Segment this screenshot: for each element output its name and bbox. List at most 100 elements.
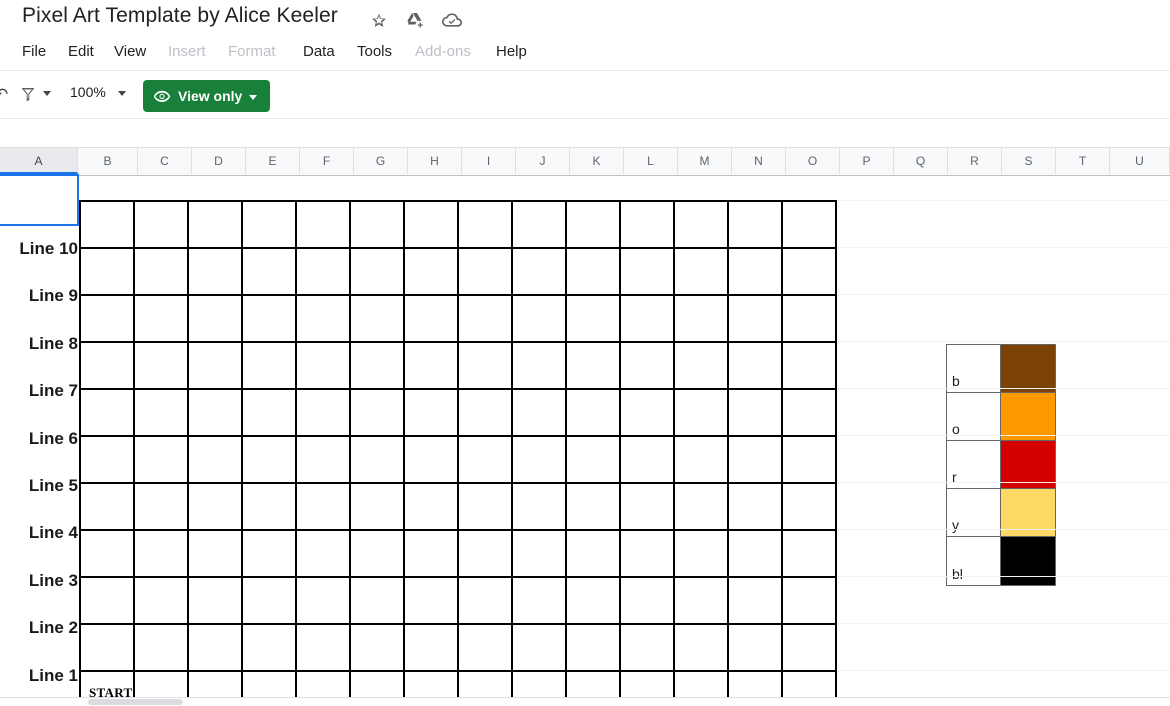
grid-cell[interactable]	[621, 484, 675, 531]
column-header-e[interactable]: E	[246, 148, 300, 174]
grid-cell[interactable]	[783, 343, 837, 390]
grid-cell[interactable]	[621, 249, 675, 296]
grid-cell[interactable]	[81, 484, 135, 531]
grid-cell[interactable]	[459, 249, 513, 296]
legend-color-swatch[interactable]	[1001, 345, 1055, 393]
grid-cell[interactable]	[567, 625, 621, 672]
grid-cell[interactable]	[729, 202, 783, 249]
grid-cell[interactable]	[351, 531, 405, 578]
grid-cell[interactable]	[675, 484, 729, 531]
grid-cell[interactable]	[513, 531, 567, 578]
grid-cell[interactable]	[81, 202, 135, 249]
grid-cell[interactable]	[405, 484, 459, 531]
grid-cell[interactable]	[351, 578, 405, 625]
grid-cell[interactable]	[189, 343, 243, 390]
column-header-k[interactable]: K	[570, 148, 624, 174]
grid-cell[interactable]	[405, 296, 459, 343]
grid-cell[interactable]	[297, 296, 351, 343]
grid-cell[interactable]	[243, 343, 297, 390]
filter-icon[interactable]	[18, 84, 38, 104]
legend-key-cell[interactable]: b	[947, 345, 1001, 393]
grid-cell[interactable]	[513, 484, 567, 531]
grid-cell[interactable]	[351, 437, 405, 484]
column-header-s[interactable]: S	[1002, 148, 1056, 174]
column-header-t[interactable]: T	[1056, 148, 1110, 174]
zoom-dropdown-caret[interactable]	[118, 91, 126, 96]
grid-cell[interactable]	[783, 484, 837, 531]
grid-cell[interactable]	[297, 531, 351, 578]
grid-cell[interactable]	[729, 437, 783, 484]
grid-cell[interactable]	[243, 578, 297, 625]
menu-item-file[interactable]: File	[22, 40, 46, 64]
grid-cell[interactable]	[135, 296, 189, 343]
grid-cell[interactable]	[513, 296, 567, 343]
grid-cell[interactable]	[621, 343, 675, 390]
grid-cell[interactable]	[567, 390, 621, 437]
grid-cell[interactable]	[729, 390, 783, 437]
grid-cell[interactable]	[405, 249, 459, 296]
grid-cell[interactable]	[567, 531, 621, 578]
grid-cell[interactable]	[243, 484, 297, 531]
grid-cell[interactable]	[675, 625, 729, 672]
grid-cell[interactable]	[297, 390, 351, 437]
formula-bar[interactable]	[0, 119, 1170, 148]
grid-cell[interactable]	[405, 531, 459, 578]
grid-cell[interactable]	[135, 343, 189, 390]
grid-cell[interactable]	[459, 484, 513, 531]
column-header-j[interactable]: J	[516, 148, 570, 174]
grid-cell[interactable]	[135, 437, 189, 484]
grid-cell[interactable]	[459, 437, 513, 484]
grid-cell[interactable]	[729, 249, 783, 296]
grid-cell[interactable]	[675, 249, 729, 296]
grid-cell[interactable]	[189, 202, 243, 249]
grid-cell[interactable]	[81, 249, 135, 296]
grid-cell[interactable]	[405, 625, 459, 672]
grid-cell[interactable]	[243, 390, 297, 437]
document-title[interactable]: Pixel Art Template by Alice Keeler	[22, 4, 338, 28]
grid-cell[interactable]	[675, 390, 729, 437]
grid-cell[interactable]	[567, 296, 621, 343]
grid-cell[interactable]	[459, 343, 513, 390]
grid-cell[interactable]	[189, 296, 243, 343]
grid-cell[interactable]	[459, 531, 513, 578]
grid-cell[interactable]	[675, 202, 729, 249]
grid-cell[interactable]	[513, 202, 567, 249]
grid-cell[interactable]	[567, 249, 621, 296]
grid-cell[interactable]	[459, 578, 513, 625]
grid-cell[interactable]	[621, 296, 675, 343]
grid-cell[interactable]	[81, 390, 135, 437]
grid-cell[interactable]	[351, 202, 405, 249]
menu-item-edit[interactable]: Edit	[68, 40, 94, 64]
grid-cell[interactable]	[189, 390, 243, 437]
grid-cell[interactable]	[243, 625, 297, 672]
move-to-drive-icon[interactable]	[405, 10, 425, 30]
column-header-f[interactable]: F	[300, 148, 354, 174]
column-header-h[interactable]: H	[408, 148, 462, 174]
legend-color-swatch[interactable]	[1001, 537, 1055, 585]
grid-cell[interactable]	[729, 531, 783, 578]
grid-cell[interactable]	[297, 484, 351, 531]
grid-cell[interactable]	[621, 625, 675, 672]
column-header-p[interactable]: P	[840, 148, 894, 174]
grid-cell[interactable]	[351, 390, 405, 437]
grid-cell[interactable]	[621, 531, 675, 578]
grid-cell[interactable]	[135, 202, 189, 249]
zoom-level-value[interactable]: 100%	[70, 84, 106, 100]
column-header-n[interactable]: N	[732, 148, 786, 174]
grid-cell[interactable]	[351, 625, 405, 672]
grid-cell[interactable]	[81, 625, 135, 672]
column-header-r[interactable]: R	[948, 148, 1002, 174]
filter-dropdown-caret[interactable]	[43, 91, 51, 96]
grid-cell[interactable]	[675, 296, 729, 343]
column-header-b[interactable]: B	[78, 148, 138, 174]
star-icon[interactable]	[369, 10, 389, 30]
column-header-g[interactable]: G	[354, 148, 408, 174]
grid-cell[interactable]	[675, 578, 729, 625]
grid-cell[interactable]	[621, 437, 675, 484]
grid-cell[interactable]	[729, 296, 783, 343]
grid-cell[interactable]	[783, 625, 837, 672]
legend-color-swatch[interactable]	[1001, 393, 1055, 441]
grid-cell[interactable]	[405, 578, 459, 625]
column-header-l[interactable]: L	[624, 148, 678, 174]
grid-cell[interactable]	[81, 296, 135, 343]
